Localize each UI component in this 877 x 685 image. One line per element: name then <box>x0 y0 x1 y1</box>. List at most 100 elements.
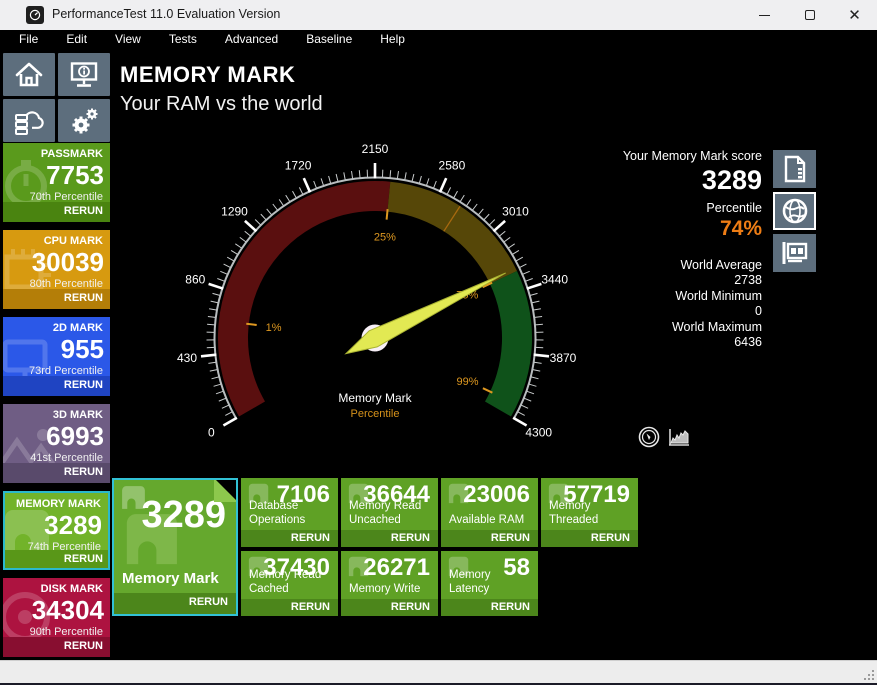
rerun-label: RERUN <box>490 532 530 544</box>
subtest-tile-memory-threaded[interactable]: 57719 Memory Threaded RERUN <box>541 478 638 547</box>
sidebar-tile-2d-mark[interactable]: 2D MARK 955 73rd Percentile RERUN <box>3 317 110 396</box>
rerun-label: RERUN <box>490 601 530 613</box>
rerun-bar[interactable]: RERUN <box>114 593 236 614</box>
rerun-bar[interactable]: RERUN <box>241 530 338 547</box>
rerun-label: RERUN <box>390 532 430 544</box>
percentile-label: Percentile <box>706 201 762 215</box>
rerun-bar[interactable]: RERUN <box>5 550 108 568</box>
svg-text:1720: 1720 <box>285 158 312 172</box>
subtest-label: Memory Threaded <box>549 500 599 526</box>
rerun-label: RERUN <box>63 379 103 391</box>
rerun-bar[interactable]: RERUN <box>3 637 110 657</box>
svg-text:25%: 25% <box>374 232 396 244</box>
page-subtitle: Your RAM vs the world <box>120 93 323 115</box>
svg-text:Memory Mark: Memory Mark <box>338 391 412 405</box>
rerun-bar[interactable]: RERUN <box>341 530 438 547</box>
subtest-tile-available-ram[interactable]: 23006 Available RAM RERUN <box>441 478 538 547</box>
sidebar-tile-passmark[interactable]: PASSMARK 7753 70th Percentile RERUN <box>3 143 110 222</box>
world-compare-button[interactable] <box>773 192 816 230</box>
maximize-icon <box>804 10 815 20</box>
world-average-value: 2738 <box>734 273 762 288</box>
rerun-bar[interactable]: RERUN <box>441 599 538 616</box>
rerun-bar[interactable]: RERUN <box>241 599 338 616</box>
dial-icon <box>638 426 660 448</box>
subtest-tile-memory-write[interactable]: 26271 Memory Write RERUN <box>341 551 438 616</box>
svg-text:4300: 4300 <box>525 426 552 440</box>
rerun-bar[interactable]: RERUN <box>3 289 110 309</box>
subtest-label: Database Operations <box>249 500 306 526</box>
rerun-label: RERUN <box>390 601 430 613</box>
menu-baseline[interactable]: Baseline <box>292 31 366 47</box>
percentile-value: 74% <box>719 217 762 240</box>
history-chart-icon <box>669 429 689 446</box>
rerun-bar[interactable]: RERUN <box>3 376 110 396</box>
gauge-view-button[interactable] <box>638 426 660 448</box>
corner-fold-cover <box>214 480 236 502</box>
world-minimum-value: 0 <box>755 304 762 319</box>
subtest-value: 26271 <box>363 554 430 581</box>
home-button[interactable] <box>3 53 55 96</box>
rerun-label: RERUN <box>290 532 330 544</box>
sidebar-tile-cpu-mark[interactable]: CPU MARK 30039 80th Percentile RERUN <box>3 230 110 309</box>
memory-info-button[interactable] <box>773 234 816 272</box>
subtest-tile-memory-read-uncached[interactable]: 36644 Memory Read Uncached RERUN <box>341 478 438 547</box>
world-maximum-label: World Maximum <box>671 319 762 334</box>
status-bar <box>0 660 877 683</box>
rerun-label: RERUN <box>63 292 103 304</box>
settings-button[interactable] <box>58 99 110 142</box>
rerun-label: RERUN <box>188 596 228 608</box>
world-average-label: World Average <box>680 258 762 272</box>
subtest-tile-memory-read-cached[interactable]: 37430 Memory Read Cached RERUN <box>241 551 338 616</box>
chart-view-button[interactable] <box>667 426 691 448</box>
gear-icon <box>72 108 98 133</box>
menu-file[interactable]: File <box>5 31 52 47</box>
system-info-button[interactable] <box>58 53 110 96</box>
svg-text:0: 0 <box>208 426 215 440</box>
subtest-tile-memory-latency[interactable]: 58 Memory Latency RERUN <box>441 551 538 616</box>
svg-text:3870: 3870 <box>550 351 577 365</box>
subtest-label: Memory Read Cached <box>249 569 322 595</box>
app-window: PerformanceTest 11.0 Evaluation Version … <box>0 0 877 685</box>
rerun-label: RERUN <box>290 601 330 613</box>
rerun-label: RERUN <box>63 553 103 565</box>
app-icon <box>26 6 44 24</box>
menu-tests[interactable]: Tests <box>155 31 211 47</box>
menu-view[interactable]: View <box>101 31 155 47</box>
rerun-bar[interactable]: RERUN <box>3 202 110 222</box>
score-value: 3289 <box>701 165 762 195</box>
menu-bar: File Edit View Tests Advanced Baseline H… <box>0 30 877 48</box>
home-icon <box>15 62 43 86</box>
svg-text:860: 860 <box>185 273 205 287</box>
sidebar-tile-memory-mark[interactable]: MEMORY MARK 3289 74th Percentile RERUN <box>3 491 110 570</box>
report-button[interactable] <box>773 150 816 188</box>
world-minimum-label: World Minimum <box>675 288 762 303</box>
ram-chip-icon <box>5 510 49 554</box>
world-stats: World Average 2738 World Minimum 0 World… <box>512 258 762 350</box>
tile-name: 3D MARK <box>52 409 103 421</box>
tile-name: 2D MARK <box>52 322 103 334</box>
menu-help[interactable]: Help <box>366 31 419 47</box>
sidebar-tile-3d-mark[interactable]: 3D MARK 6993 41st Percentile RERUN <box>3 404 110 483</box>
maximize-button[interactable] <box>787 0 832 30</box>
minimize-button[interactable] <box>742 0 787 30</box>
rerun-bar[interactable]: RERUN <box>441 530 538 547</box>
rerun-bar[interactable]: RERUN <box>341 599 438 616</box>
close-button[interactable]: ✕ <box>832 0 877 30</box>
sidebar-tile-disk-mark[interactable]: DISK MARK 34304 90th Percentile RERUN <box>3 578 110 657</box>
rerun-bar[interactable]: RERUN <box>3 463 110 483</box>
resize-grip[interactable] <box>862 668 875 681</box>
rerun-bar[interactable]: RERUN <box>541 530 638 547</box>
subtest-label: Memory Read Uncached <box>349 500 422 526</box>
cloud-database-button[interactable] <box>3 99 55 142</box>
subtest-tile-database-operations[interactable]: 7106 Database Operations RERUN <box>241 478 338 547</box>
menu-edit[interactable]: Edit <box>52 31 101 47</box>
subtest-label: Available RAM <box>449 513 525 526</box>
cloud-server-icon <box>15 110 44 135</box>
rerun-label: RERUN <box>590 532 630 544</box>
world-maximum-value: 6436 <box>734 335 762 350</box>
sidebar-nav <box>3 53 110 142</box>
subtest-tile-memory-mark[interactable]: 3289 Memory Mark RERUN <box>112 478 238 616</box>
tile-value: 955 <box>60 334 104 364</box>
menu-advanced[interactable]: Advanced <box>211 31 292 47</box>
minimize-icon <box>759 14 770 16</box>
